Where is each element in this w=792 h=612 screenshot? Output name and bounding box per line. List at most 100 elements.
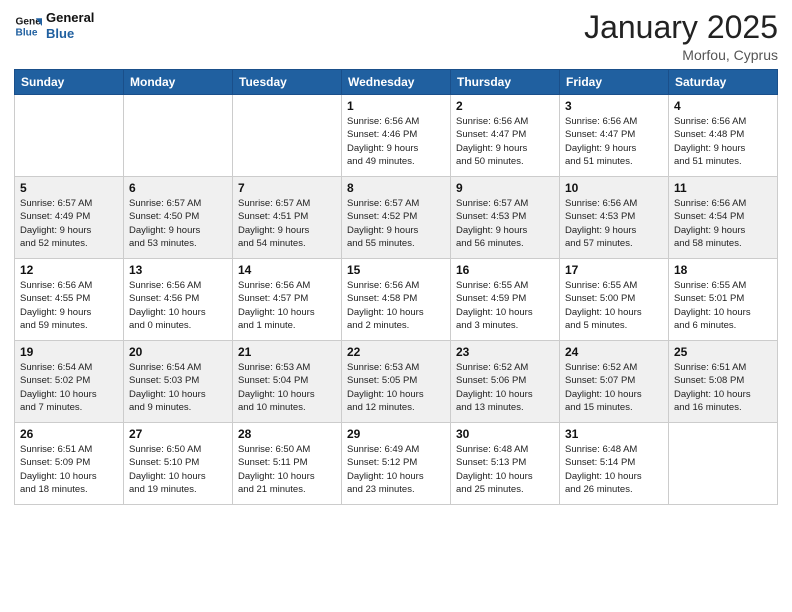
day-number: 24	[565, 345, 663, 359]
header-row: Sunday Monday Tuesday Wednesday Thursday…	[15, 70, 778, 95]
col-friday: Friday	[560, 70, 669, 95]
day-cell	[124, 95, 233, 177]
day-cell: 22Sunrise: 6:53 AM Sunset: 5:05 PM Dayli…	[342, 341, 451, 423]
calendar: Sunday Monday Tuesday Wednesday Thursday…	[14, 69, 778, 505]
day-cell: 14 Sunrise: 6:56 AM Sunset: 4:57 PM Dayli…	[233, 259, 342, 341]
day-cell: 3 Sunrise: 6:56 AM Sunset: 4:47 PM Daylig…	[560, 95, 669, 177]
day-cell: 9 Sunrise: 6:57 AM Sunset: 4:53 PM Daylig…	[451, 177, 560, 259]
week-row-4: 19 Sunrise: 6:54 AM Sunset: 5:02 PM Dayli…	[15, 341, 778, 423]
day-cell: 11Sunrise: 6:56 AM Sunset: 4:54 PM Dayli…	[669, 177, 778, 259]
day-number: 21	[238, 345, 336, 359]
day-info: Sunrise: 6:54 AM Sunset: 5:02 PM Dayligh…	[20, 361, 118, 414]
day-info: Sunrise: 6:56 AM Sunset: 4:56 PM Dayligh…	[129, 279, 227, 332]
day-info: Sunrise: 6:48 AM Sunset: 5:14 PM Dayligh…	[565, 443, 663, 496]
day-cell: 20 Sunrise: 6:54 AM Sunset: 5:03 PM Dayli…	[124, 341, 233, 423]
day-info: Sunrise: 6:55 AM Sunset: 5:00 PM Dayligh…	[565, 279, 663, 332]
svg-text:General: General	[16, 16, 42, 27]
day-info: Sunrise: 6:56 AM Sunset: 4:47 PM Dayligh…	[565, 115, 663, 168]
day-number: 12	[20, 263, 118, 277]
title-block: January 2025 Morfou, Cyprus	[584, 10, 778, 63]
day-number: 26	[20, 427, 118, 441]
header: General Blue General Blue January 2025 M…	[14, 10, 778, 63]
col-saturday: Saturday	[669, 70, 778, 95]
day-info: Sunrise: 6:56 AM Sunset: 4:47 PM Dayligh…	[456, 115, 554, 168]
day-info: Sunrise: 6:57 AM Sunset: 4:52 PM Dayligh…	[347, 197, 445, 250]
day-cell: 29Sunrise: 6:49 AM Sunset: 5:12 PM Dayli…	[342, 423, 451, 505]
day-number: 6	[129, 181, 227, 195]
day-cell: 16Sunrise: 6:55 AM Sunset: 4:59 PM Dayli…	[451, 259, 560, 341]
day-number: 22	[347, 345, 445, 359]
day-number: 30	[456, 427, 554, 441]
day-info: Sunrise: 6:50 AM Sunset: 5:11 PM Dayligh…	[238, 443, 336, 496]
day-cell: 18 Sunrise: 6:55 AM Sunset: 5:01 PM Dayli…	[669, 259, 778, 341]
day-number: 29	[347, 427, 445, 441]
week-row-5: 26Sunrise: 6:51 AM Sunset: 5:09 PM Dayli…	[15, 423, 778, 505]
day-number: 7	[238, 181, 336, 195]
day-info: Sunrise: 6:53 AM Sunset: 5:04 PM Dayligh…	[238, 361, 336, 414]
day-number: 20	[129, 345, 227, 359]
week-row-3: 12 Sunrise: 6:56 AM Sunset: 4:55 PM Dayli…	[15, 259, 778, 341]
day-cell: 26Sunrise: 6:51 AM Sunset: 5:09 PM Dayli…	[15, 423, 124, 505]
day-cell: 4 Sunrise: 6:56 AM Sunset: 4:48 PM Daylig…	[669, 95, 778, 177]
day-info: Sunrise: 6:51 AM Sunset: 5:08 PM Dayligh…	[674, 361, 772, 414]
day-info: Sunrise: 6:52 AM Sunset: 5:07 PM Dayligh…	[565, 361, 663, 414]
day-number: 31	[565, 427, 663, 441]
day-info: Sunrise: 6:56 AM Sunset: 4:48 PM Dayligh…	[674, 115, 772, 168]
location: Morfou, Cyprus	[584, 47, 778, 63]
day-cell: 19 Sunrise: 6:54 AM Sunset: 5:02 PM Dayli…	[15, 341, 124, 423]
day-info: Sunrise: 6:52 AM Sunset: 5:06 PM Dayligh…	[456, 361, 554, 414]
day-info: Sunrise: 6:57 AM Sunset: 4:50 PM Dayligh…	[129, 197, 227, 250]
day-info: Sunrise: 6:48 AM Sunset: 5:13 PM Dayligh…	[456, 443, 554, 496]
day-number: 4	[674, 99, 772, 113]
week-row-1: 1Sunrise: 6:56 AM Sunset: 4:46 PM Daylig…	[15, 95, 778, 177]
day-info: Sunrise: 6:56 AM Sunset: 4:57 PM Dayligh…	[238, 279, 336, 332]
day-cell: 10 Sunrise: 6:56 AM Sunset: 4:53 PM Dayli…	[560, 177, 669, 259]
day-number: 11	[674, 181, 772, 195]
day-cell: 30 Sunrise: 6:48 AM Sunset: 5:13 PM Dayli…	[451, 423, 560, 505]
logo: General Blue General Blue	[14, 10, 94, 41]
day-cell	[669, 423, 778, 505]
day-cell: 2 Sunrise: 6:56 AM Sunset: 4:47 PM Daylig…	[451, 95, 560, 177]
day-cell: 25Sunrise: 6:51 AM Sunset: 5:08 PM Dayli…	[669, 341, 778, 423]
day-cell: 31 Sunrise: 6:48 AM Sunset: 5:14 PM Dayli…	[560, 423, 669, 505]
day-cell: 8 Sunrise: 6:57 AM Sunset: 4:52 PM Daylig…	[342, 177, 451, 259]
day-cell: 1Sunrise: 6:56 AM Sunset: 4:46 PM Daylig…	[342, 95, 451, 177]
day-number: 18	[674, 263, 772, 277]
day-number: 9	[456, 181, 554, 195]
day-cell: 7Sunrise: 6:57 AM Sunset: 4:51 PM Daylig…	[233, 177, 342, 259]
col-wednesday: Wednesday	[342, 70, 451, 95]
day-cell: 21 Sunrise: 6:53 AM Sunset: 5:04 PM Dayli…	[233, 341, 342, 423]
day-info: Sunrise: 6:56 AM Sunset: 4:58 PM Dayligh…	[347, 279, 445, 332]
day-number: 13	[129, 263, 227, 277]
day-number: 23	[456, 345, 554, 359]
day-cell: 27Sunrise: 6:50 AM Sunset: 5:10 PM Dayli…	[124, 423, 233, 505]
logo-blue: Blue	[46, 26, 94, 42]
day-number: 28	[238, 427, 336, 441]
day-info: Sunrise: 6:54 AM Sunset: 5:03 PM Dayligh…	[129, 361, 227, 414]
day-info: Sunrise: 6:56 AM Sunset: 4:53 PM Dayligh…	[565, 197, 663, 250]
day-info: Sunrise: 6:55 AM Sunset: 4:59 PM Dayligh…	[456, 279, 554, 332]
day-info: Sunrise: 6:56 AM Sunset: 4:46 PM Dayligh…	[347, 115, 445, 168]
day-number: 17	[565, 263, 663, 277]
day-info: Sunrise: 6:57 AM Sunset: 4:53 PM Dayligh…	[456, 197, 554, 250]
day-number: 3	[565, 99, 663, 113]
day-number: 8	[347, 181, 445, 195]
day-cell: 5 Sunrise: 6:57 AM Sunset: 4:49 PM Daylig…	[15, 177, 124, 259]
day-number: 14	[238, 263, 336, 277]
day-number: 2	[456, 99, 554, 113]
day-cell: 23 Sunrise: 6:52 AM Sunset: 5:06 PM Dayli…	[451, 341, 560, 423]
col-sunday: Sunday	[15, 70, 124, 95]
day-info: Sunrise: 6:55 AM Sunset: 5:01 PM Dayligh…	[674, 279, 772, 332]
day-number: 5	[20, 181, 118, 195]
day-info: Sunrise: 6:56 AM Sunset: 4:55 PM Dayligh…	[20, 279, 118, 332]
day-number: 10	[565, 181, 663, 195]
day-cell	[15, 95, 124, 177]
day-number: 19	[20, 345, 118, 359]
logo-icon: General Blue	[14, 12, 42, 40]
day-info: Sunrise: 6:50 AM Sunset: 5:10 PM Dayligh…	[129, 443, 227, 496]
col-tuesday: Tuesday	[233, 70, 342, 95]
svg-text:Blue: Blue	[16, 27, 38, 38]
day-cell: 28 Sunrise: 6:50 AM Sunset: 5:11 PM Dayli…	[233, 423, 342, 505]
day-info: Sunrise: 6:57 AM Sunset: 4:49 PM Dayligh…	[20, 197, 118, 250]
col-monday: Monday	[124, 70, 233, 95]
